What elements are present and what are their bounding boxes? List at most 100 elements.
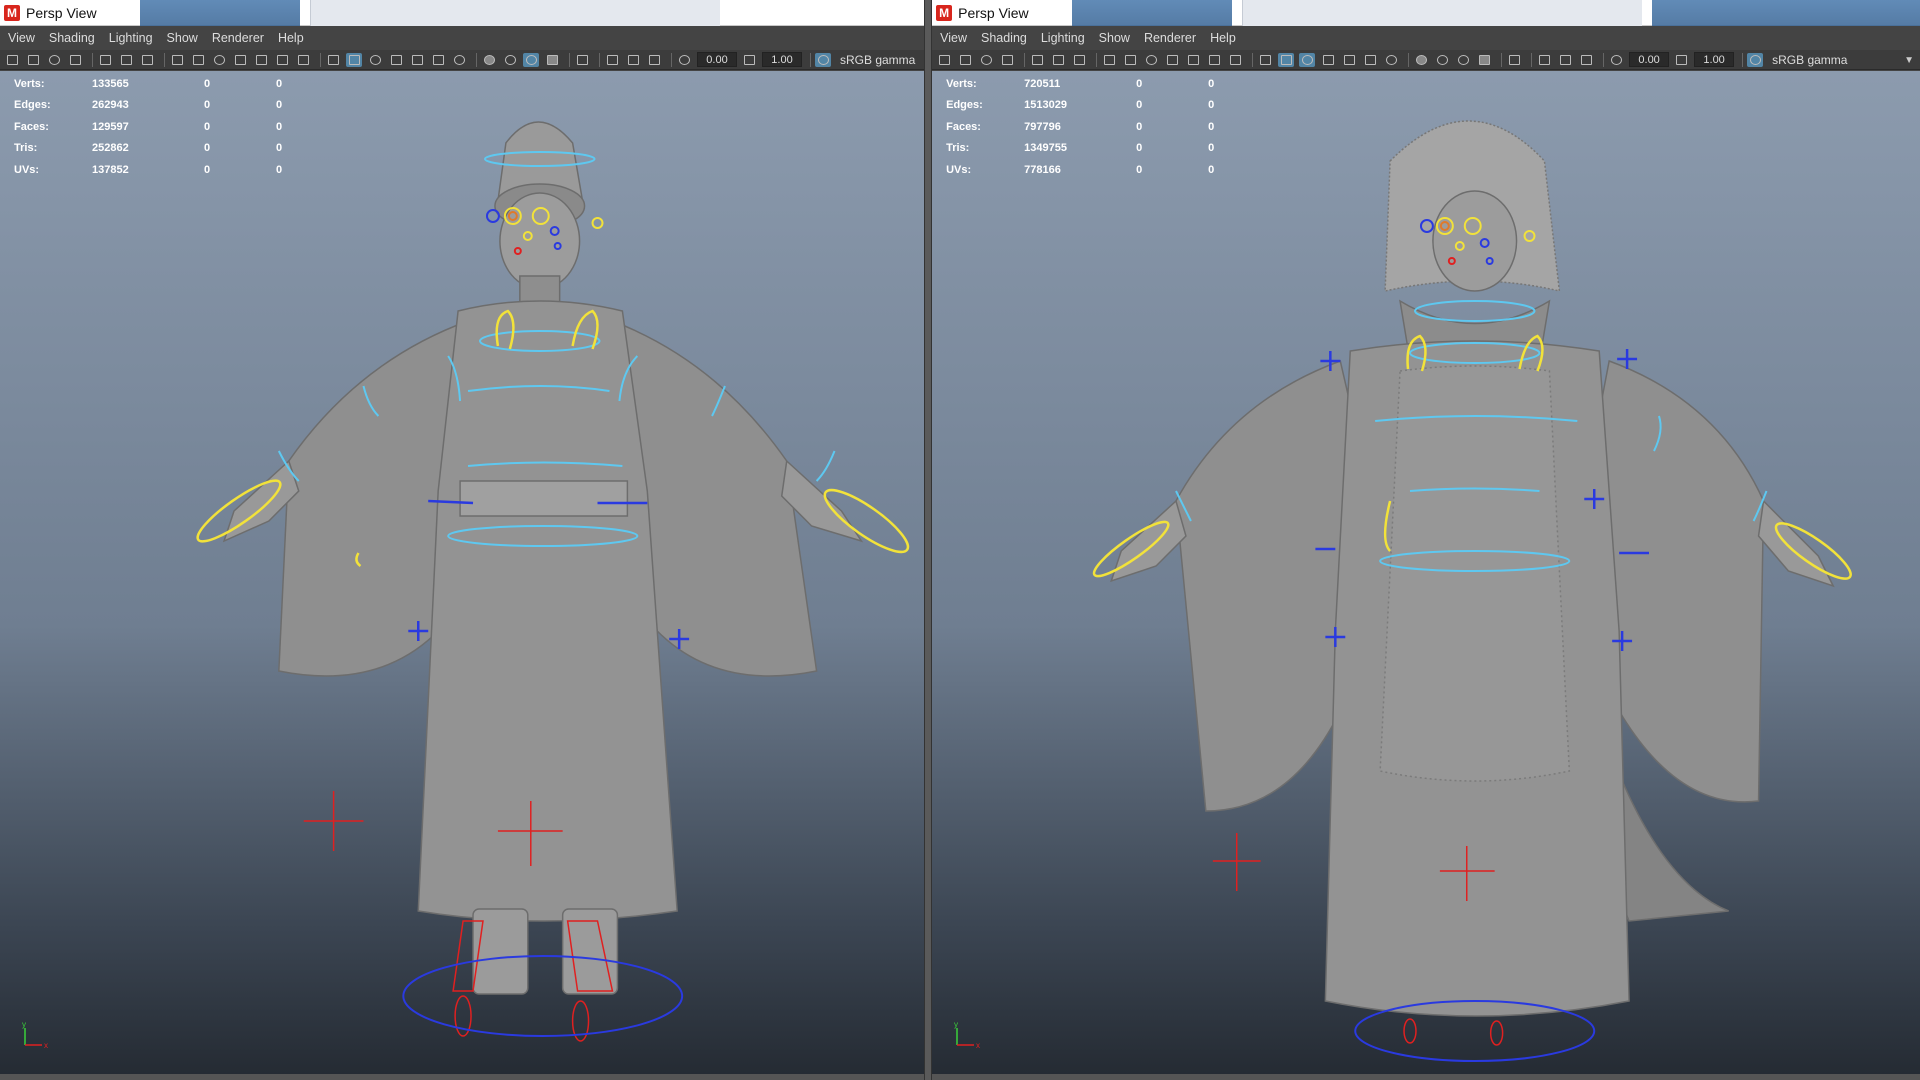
gamma-icon[interactable] [741,53,757,67]
menu-view[interactable]: View [936,31,977,45]
menu-lighting[interactable]: Lighting [105,31,163,45]
wireframe-on-shaded-icon[interactable] [367,53,383,67]
motion-blur-icon[interactable] [502,53,518,67]
gate-mask-icon[interactable] [232,53,248,67]
pane-divider[interactable] [924,0,933,1080]
xray-active-icon[interactable] [1557,53,1573,67]
field-chart-icon[interactable] [1185,53,1201,67]
color-management-icon[interactable] [1747,52,1764,67]
2d-pan-icon[interactable] [118,53,134,67]
menu-show[interactable]: Show [1095,31,1140,45]
toolbar-separator [1252,52,1254,67]
field-chart-icon[interactable] [253,53,269,67]
toolbar-separator [569,52,570,67]
resolution-gate-icon[interactable] [211,53,227,67]
gamma-field[interactable]: 1.00 [1694,52,1735,67]
view-transform-select[interactable]: sRGB gamma [1772,53,1847,67]
image-plane-icon[interactable] [67,53,83,67]
menu-shading[interactable]: Shading [977,31,1037,45]
safe-action-icon[interactable] [1206,53,1222,67]
backface-culling-icon[interactable] [1578,53,1594,67]
hud-row: Edges: 1513029 0 0 [946,99,1215,112]
safe-title-icon[interactable] [1227,53,1243,67]
draw-icon[interactable] [1071,53,1087,67]
grease-pencil-icon[interactable] [1029,53,1045,67]
window-title: Persp View [958,4,1029,21]
exposure-icon[interactable] [676,53,692,67]
xray-icon[interactable] [1341,53,1357,67]
viewport-3d[interactable]: Verts: 720511 0 0 Edges: 1513029 0 0 Fac… [932,71,1920,1080]
wireframe-icon[interactable] [1257,53,1273,67]
safe-action-icon[interactable] [274,53,290,67]
shadows-icon[interactable] [1383,53,1399,67]
resolution-gate-icon[interactable] [1143,53,1159,67]
isolate-select-icon[interactable] [1506,53,1522,67]
antialiasing-icon[interactable] [1455,53,1471,67]
depth-of-field-icon[interactable] [544,53,560,67]
exposure-icon[interactable] [1608,53,1624,67]
hud-row: UVs: 137852 0 0 [14,163,283,176]
camera-attributes-icon[interactable] [25,53,41,67]
2d-pan-icon[interactable] [1050,53,1066,67]
toolbar-separator [1531,52,1533,67]
viewport-pane-left: M Persp View View Shading Lighting Show … [0,0,925,1080]
ambient-occlusion-icon[interactable] [1413,53,1429,67]
safe-title-icon[interactable] [295,53,311,67]
gamma-field[interactable]: 1.00 [762,52,802,67]
menu-renderer[interactable]: Renderer [208,31,274,45]
shadows-icon[interactable] [451,53,467,67]
toolbar-overflow-icon[interactable]: ▼ [1904,55,1914,66]
antialiasing-icon[interactable] [523,52,539,67]
gate-mask-icon[interactable] [1164,53,1180,67]
window-titlebar[interactable]: M Persp View [932,0,1920,26]
xray-joints-icon[interactable] [604,53,620,67]
menu-show[interactable]: Show [163,31,208,45]
image-plane-icon[interactable] [999,53,1015,67]
grid-icon[interactable] [1101,53,1117,67]
viewport-3d[interactable]: Verts: 133565 0 0 Edges: 262943 0 0 Face… [0,71,925,1080]
gamma-icon[interactable] [1673,53,1689,67]
textured-icon[interactable] [388,53,404,67]
scene-render-female-rig [1092,120,1853,1062]
backface-culling-icon[interactable] [646,53,662,67]
wireframe-icon[interactable] [325,53,341,67]
hud-row: Tris: 1349755 0 0 [946,142,1215,155]
xray-icon[interactable] [409,53,425,67]
menu-help[interactable]: Help [274,31,314,45]
xray-joints-icon[interactable] [1536,53,1552,67]
color-management-icon[interactable] [815,52,831,67]
camera-icon[interactable] [936,53,952,67]
use-all-lights-icon[interactable] [1362,53,1378,67]
isolate-select-icon[interactable] [574,53,590,67]
menu-shading[interactable]: Shading [45,31,105,45]
grease-pencil-icon[interactable] [97,53,113,67]
film-gate-icon[interactable] [1122,53,1138,67]
menu-help[interactable]: Help [1206,31,1246,45]
smooth-shade-icon[interactable] [346,52,362,67]
window-titlebar[interactable]: M Persp View [0,0,925,26]
exposure-field[interactable]: 0.00 [1629,52,1670,67]
grid-icon[interactable] [169,53,185,67]
use-all-lights-icon[interactable] [430,53,446,67]
exposure-field[interactable]: 0.00 [697,52,737,67]
textured-icon[interactable] [1320,53,1336,67]
motion-blur-icon[interactable] [1434,53,1450,67]
bookmark-icon[interactable] [978,53,994,67]
smooth-shade-icon[interactable] [1278,52,1295,67]
ambient-occlusion-icon[interactable] [481,53,497,67]
panel-toolbar: 0.00 1.00 sRGB gamma [0,50,925,70]
depth-of-field-icon[interactable] [1476,53,1492,67]
menu-lighting[interactable]: Lighting [1037,31,1095,45]
menu-renderer[interactable]: Renderer [1140,31,1206,45]
camera-icon[interactable] [4,53,20,67]
background-window-tab [310,0,720,26]
window-title: Persp View [26,4,97,21]
wireframe-on-shaded-icon[interactable] [1299,52,1316,67]
menu-view[interactable]: View [4,31,45,45]
xray-active-icon[interactable] [625,53,641,67]
draw-icon[interactable] [139,53,155,67]
camera-attributes-icon[interactable] [957,53,973,67]
view-transform-select[interactable]: sRGB gamma [840,53,915,67]
film-gate-icon[interactable] [190,53,206,67]
bookmark-icon[interactable] [46,53,62,67]
